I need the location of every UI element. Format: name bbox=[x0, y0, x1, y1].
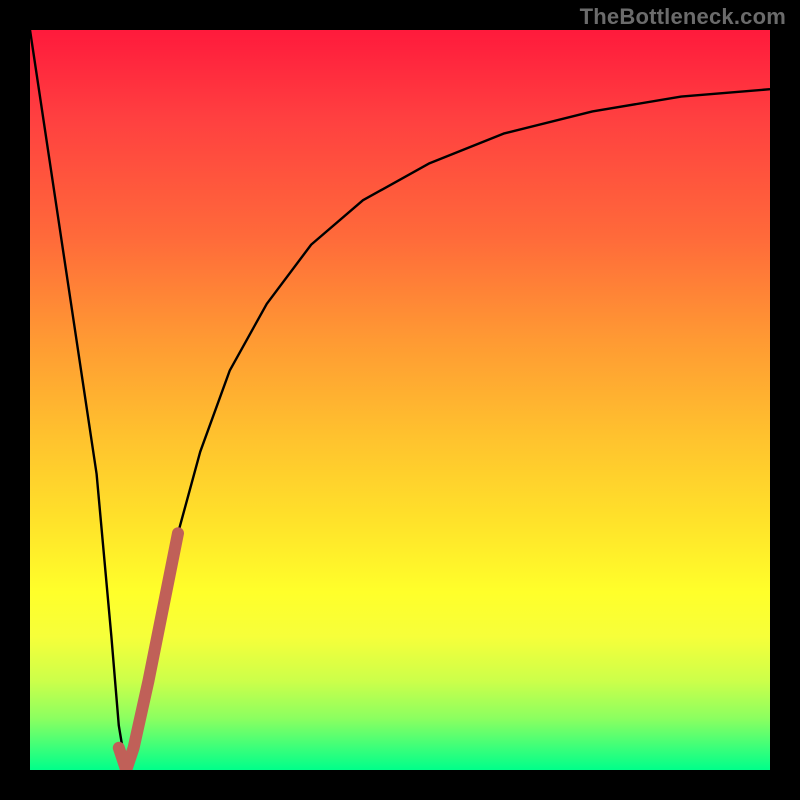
watermark-text: TheBottleneck.com bbox=[580, 4, 786, 30]
chart-frame: TheBottleneck.com bbox=[0, 0, 800, 800]
curve-layer bbox=[30, 30, 770, 770]
plot-area bbox=[30, 30, 770, 770]
bottleneck-curve bbox=[30, 30, 770, 770]
highlight-segment bbox=[119, 533, 178, 770]
